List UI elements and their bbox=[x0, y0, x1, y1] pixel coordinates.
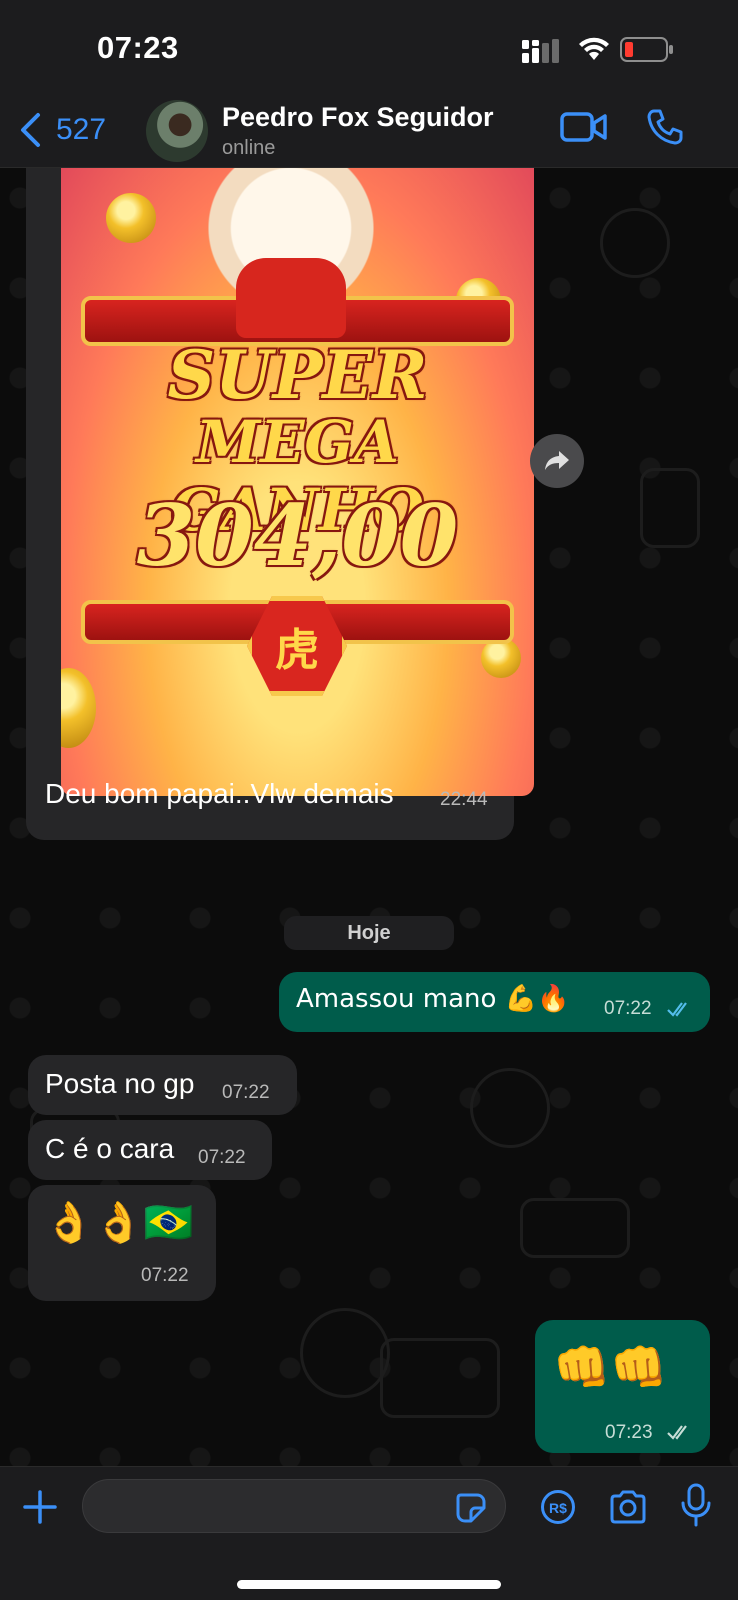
message-time: 07:22 bbox=[222, 1082, 270, 1103]
svg-text:R$: R$ bbox=[549, 1500, 567, 1516]
incoming-message-bubble[interactable]: Posta no gp 07:22 bbox=[28, 1055, 297, 1115]
message-text: Amassou mano 💪🔥 bbox=[296, 984, 570, 1014]
message-emoji: 👊👊 bbox=[553, 1340, 668, 1394]
status-time: 07:23 bbox=[97, 30, 179, 65]
message-time: 07:23 bbox=[605, 1422, 653, 1443]
battery-low-icon bbox=[620, 37, 673, 62]
coin-decoration bbox=[106, 193, 156, 243]
message-time: 07:22 bbox=[141, 1265, 189, 1286]
background-doodle bbox=[640, 468, 700, 548]
unread-count: 527 bbox=[56, 113, 107, 146]
incoming-emoji-bubble[interactable]: 👌👌🇧🇷 07:22 bbox=[28, 1185, 216, 1301]
signal-icon bbox=[522, 39, 559, 63]
background-doodle bbox=[300, 1308, 390, 1398]
delivered-receipt-icon bbox=[667, 1425, 687, 1440]
outgoing-message-bubble[interactable]: Amassou mano 💪🔥 07:22 bbox=[279, 972, 710, 1032]
incoming-message-bubble[interactable]: C é o cara 07:22 bbox=[28, 1120, 272, 1180]
background-doodle bbox=[380, 1338, 500, 1418]
camera-icon[interactable] bbox=[608, 1489, 648, 1525]
message-input[interactable] bbox=[82, 1479, 506, 1533]
game-title-line1: SUPER bbox=[167, 336, 428, 414]
chat-header: 527 Peedro Fox Seguidor online bbox=[0, 92, 738, 168]
image-message-bubble[interactable]: SUPER MEGA GANHO 304,00 虎 Deu bom papai.… bbox=[26, 168, 534, 840]
back-button[interactable]: 527 bbox=[18, 110, 106, 150]
read-receipt-icon bbox=[667, 1002, 687, 1017]
message-time: 07:22 bbox=[198, 1147, 246, 1168]
forward-icon bbox=[545, 451, 569, 470]
game-win-amount: 304,00 bbox=[136, 486, 459, 585]
outgoing-emoji-bubble[interactable]: 👊👊 07:23 bbox=[535, 1320, 710, 1453]
phone-call-icon[interactable] bbox=[646, 108, 684, 146]
chat-area[interactable]: SUPER MEGA GANHO 304,00 虎 Deu bom papai.… bbox=[0, 168, 738, 1466]
microphone-icon[interactable] bbox=[680, 1483, 712, 1527]
message-input-bar: R$ bbox=[0, 1466, 738, 1600]
date-divider: Hoje bbox=[284, 916, 454, 950]
contact-status: online bbox=[222, 137, 276, 159]
contact-avatar[interactable] bbox=[146, 100, 208, 162]
video-call-icon[interactable] bbox=[560, 110, 608, 144]
coin-decoration bbox=[61, 668, 96, 748]
plus-icon[interactable] bbox=[22, 1489, 58, 1525]
message-text: Posta no gp bbox=[45, 1068, 195, 1099]
sticker-icon[interactable] bbox=[455, 1492, 487, 1524]
message-time: 22:44 bbox=[440, 789, 488, 810]
background-doodle bbox=[600, 208, 670, 278]
message-text: Deu bom papai..Vlw demais bbox=[45, 778, 394, 809]
pix-payment-icon[interactable]: R$ bbox=[540, 1489, 576, 1525]
message-time: 07:22 bbox=[604, 998, 652, 1019]
shared-game-image[interactable]: SUPER MEGA GANHO 304,00 虎 bbox=[61, 168, 534, 796]
status-bar: 07:23 bbox=[0, 0, 738, 92]
message-emoji: 👌👌🇧🇷 bbox=[44, 1200, 194, 1246]
message-text: C é o cara bbox=[45, 1133, 175, 1164]
background-doodle bbox=[520, 1198, 630, 1258]
home-indicator[interactable] bbox=[237, 1580, 501, 1589]
background-doodle bbox=[470, 1068, 550, 1148]
wifi-icon bbox=[579, 37, 609, 60]
contact-name[interactable]: Peedro Fox Seguidor bbox=[222, 102, 494, 133]
forward-button[interactable] bbox=[530, 434, 584, 488]
tiger-shirt bbox=[236, 258, 346, 338]
back-chevron-icon bbox=[21, 113, 40, 147]
coin-decoration bbox=[481, 638, 521, 678]
